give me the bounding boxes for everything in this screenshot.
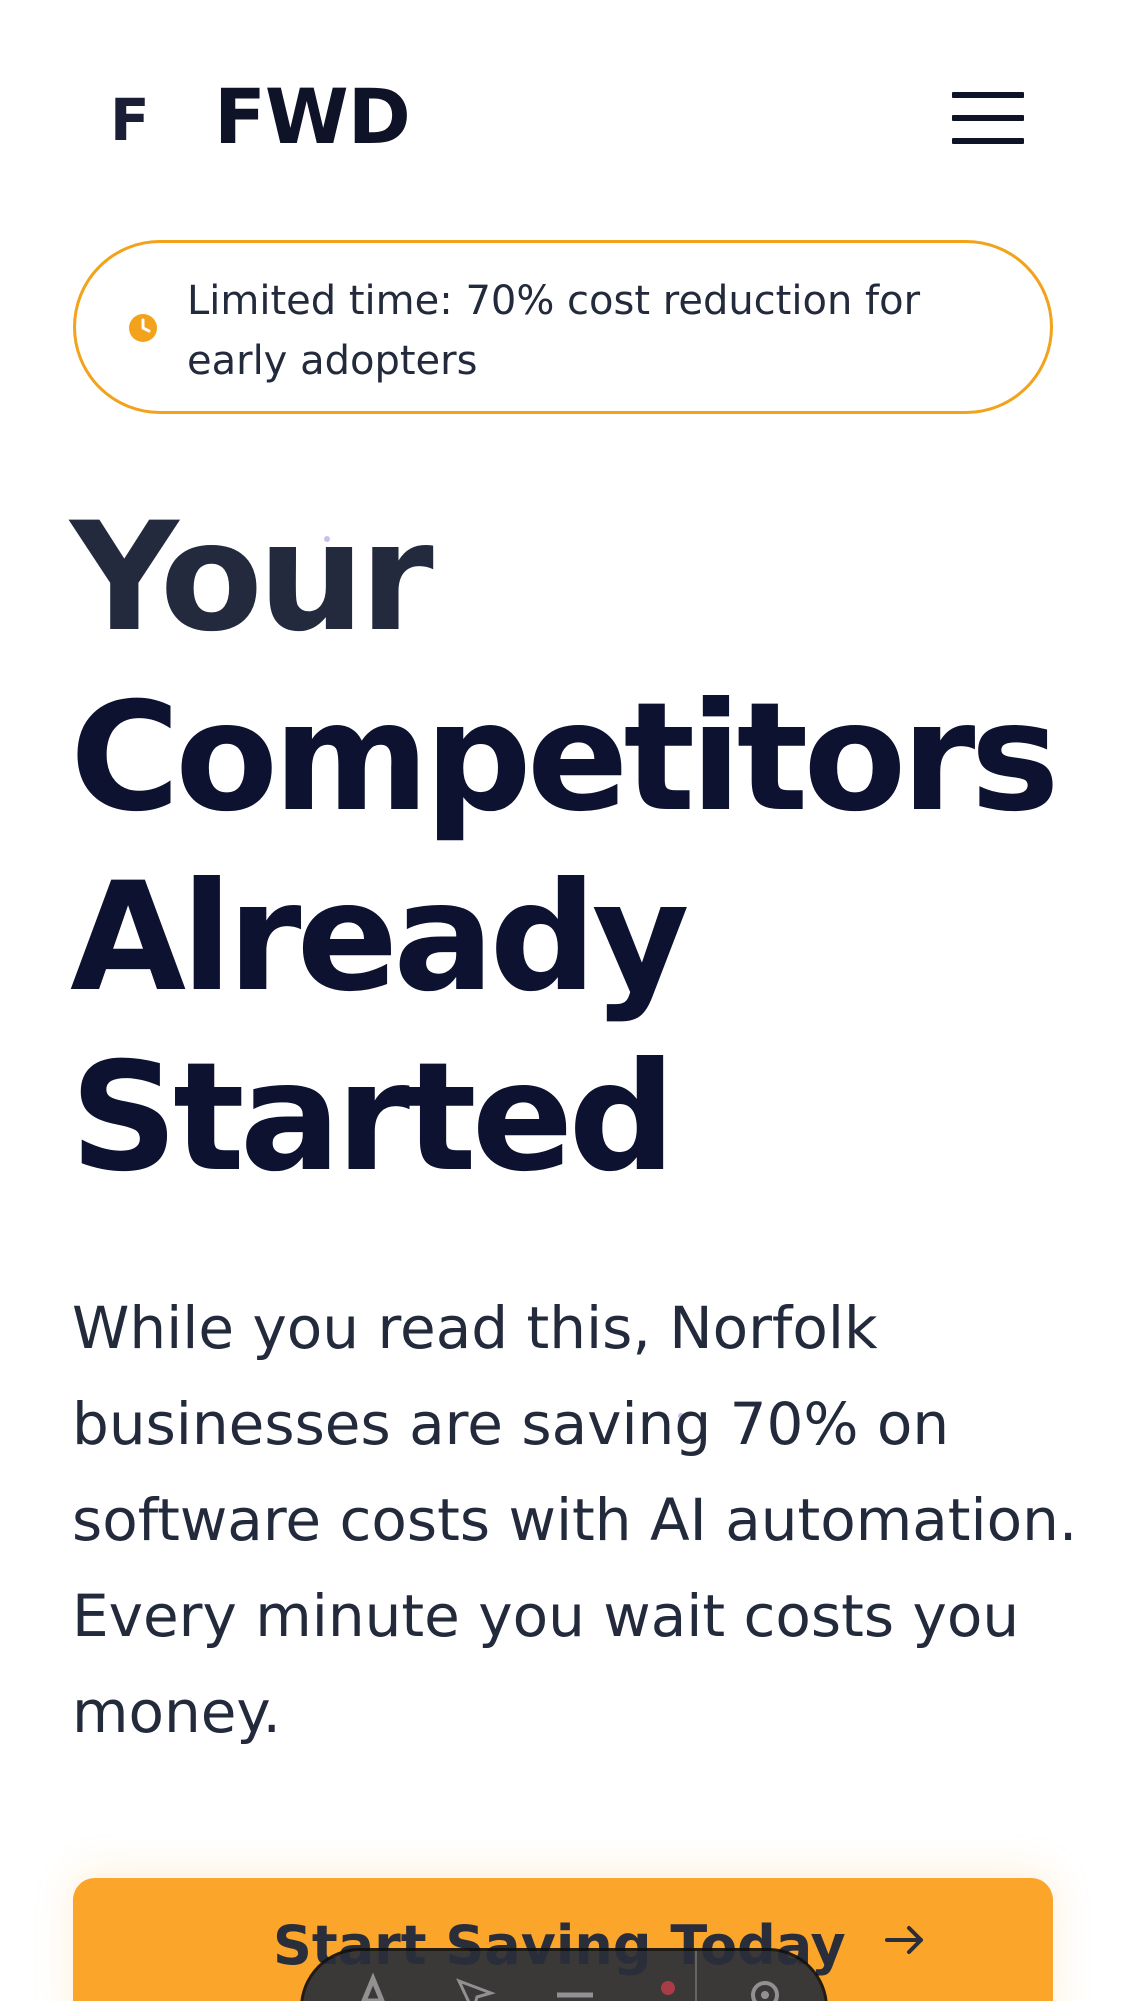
settings-icon[interactable] [743, 1973, 787, 2001]
headline-line: Your [70, 491, 434, 665]
floating-toolbar [300, 1948, 828, 2001]
page: F FWD Limited time: 70% cost reduction f… [0, 0, 1125, 2001]
hero-headline: Your Competitors Already Started [70, 488, 1070, 1208]
hamburger-menu-icon[interactable] [952, 92, 1032, 144]
hero-lead-text: While you read this, Norfolk businesses … [72, 1294, 1078, 1746]
minus-icon[interactable] [553, 1973, 597, 2001]
logo-text[interactable]: FWD [214, 72, 411, 161]
logo-mark[interactable]: F [110, 86, 150, 154]
arrow-right-icon [885, 1926, 923, 1954]
clock-icon [129, 314, 157, 342]
menu-bar-top [952, 92, 1024, 98]
pointer-icon[interactable] [453, 1973, 497, 2001]
menu-bar-bottom [952, 138, 1024, 144]
toolbar-divider [695, 1951, 697, 2001]
headline-line: Already [70, 851, 690, 1025]
promo-text: Limited time: 70% cost reduction for ear… [187, 278, 921, 384]
site-header: F FWD [0, 0, 1125, 240]
record-indicator [661, 1981, 675, 1995]
menu-bar-middle [952, 115, 1024, 121]
text-icon[interactable] [351, 1973, 395, 2001]
decorative-dot [324, 536, 330, 542]
promo-banner: Limited time: 70% cost reduction for ear… [73, 240, 1053, 414]
headline-line: Started [70, 1031, 676, 1205]
headline-line: Competitors [70, 671, 1060, 845]
